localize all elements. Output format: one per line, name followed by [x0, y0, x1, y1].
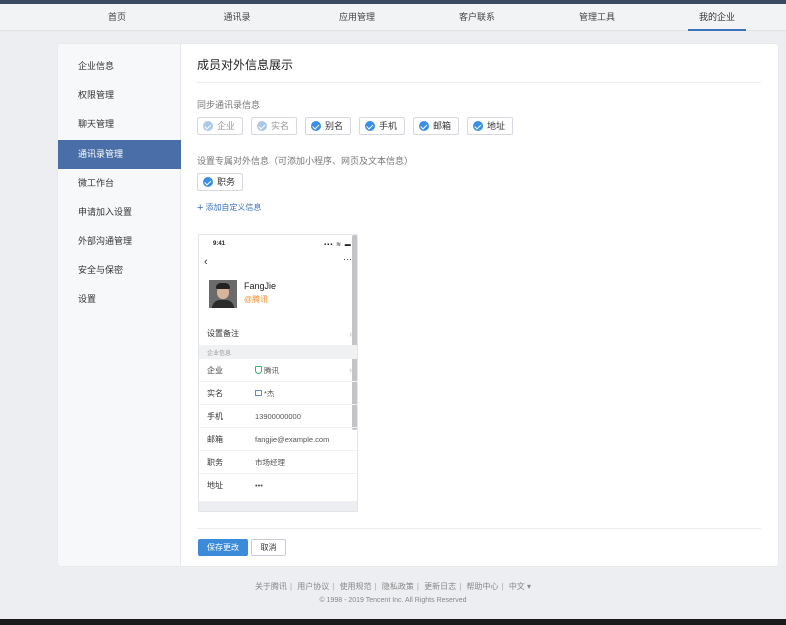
check-icon	[419, 121, 429, 131]
remark-row: 设置备注 ›	[199, 323, 357, 345]
row-key: 实名	[207, 389, 223, 398]
row-value: fangjie@example.com	[255, 435, 330, 444]
sidebar-item-chat[interactable]: 聊天管理	[58, 110, 181, 139]
info-row-phone: 手机 13900000000	[199, 405, 357, 428]
sidebar-item-contacts-management[interactable]: 通讯录管理	[58, 140, 181, 169]
check-icon	[257, 121, 267, 131]
chip-label: 企业	[217, 121, 236, 131]
plus-icon: +	[197, 202, 204, 214]
phone-preview: 9:41 ▪▪▪ ≋ ▬ ‹ ··· FangJie @腾讯 设置备注 › 企业…	[198, 234, 358, 512]
section-band: 企业信息	[199, 345, 357, 359]
chevron-right-icon: ›	[349, 365, 352, 375]
row-key: 邮箱	[207, 435, 223, 444]
chip-real-name: 实名	[251, 117, 298, 135]
check-icon	[203, 177, 213, 187]
footer-link-privacy[interactable]: 隐私政策	[382, 582, 414, 591]
check-icon	[365, 121, 375, 131]
chip-label: 手机	[379, 121, 398, 131]
row-value: •••	[255, 481, 263, 490]
footer-divider	[197, 528, 761, 529]
settings-card: 企业信息 权限管理 聊天管理 通讯录管理 微工作台 申请加入设置 外部沟通管理 …	[58, 44, 778, 566]
sidebar-item-join-settings[interactable]: 申请加入设置	[58, 198, 181, 227]
info-row-email: 邮箱 fangjie@example.com	[199, 428, 357, 451]
cancel-button[interactable]: 取消	[251, 539, 286, 556]
nav-my-enterprise[interactable]: 我的企业	[688, 4, 746, 31]
main-panel: 成员对外信息展示 同步通讯录信息 企业 实名 别名 手机 邮箱 地址 设置专属对…	[181, 44, 778, 566]
nav-customer-contact[interactable]: 客户联系	[448, 4, 506, 31]
add-custom-info-link[interactable]: + 添加自定义信息	[197, 201, 262, 214]
chip-label: 邮箱	[433, 121, 452, 131]
sync-section-label: 同步通讯录信息	[197, 100, 261, 110]
sidebar: 企业信息 权限管理 聊天管理 通讯录管理 微工作台 申请加入设置 外部沟通管理 …	[58, 44, 181, 566]
status-time: 9:41	[213, 241, 226, 247]
chip-label: 地址	[487, 121, 506, 131]
avatar	[209, 280, 237, 308]
check-icon	[473, 121, 483, 131]
sidebar-item-security[interactable]: 安全与保密	[58, 256, 181, 285]
chip-alias[interactable]: 别名	[305, 117, 352, 135]
footer-link-rules[interactable]: 使用规范	[340, 582, 372, 591]
remark-label: 设置备注	[207, 329, 239, 338]
sidebar-item-permissions[interactable]: 权限管理	[58, 81, 181, 110]
section-label: 企业信息	[207, 351, 232, 357]
page-title: 成员对外信息展示	[197, 58, 294, 72]
copyright: © 1998 - 2019 Tencent Inc. All Rights Re…	[319, 597, 467, 604]
language-select[interactable]: 中文 ▾	[509, 582, 531, 591]
chip-email[interactable]: 邮箱	[413, 117, 460, 135]
footer-link-help[interactable]: 帮助中心	[467, 582, 499, 591]
sidebar-item-workbench[interactable]: 微工作台	[58, 169, 181, 198]
nav-management-tools[interactable]: 管理工具	[568, 4, 626, 31]
add-custom-info-label: 添加自定义信息	[205, 203, 262, 212]
row-value: 腾讯	[255, 359, 279, 382]
check-icon	[203, 121, 213, 131]
info-row-address: 地址 •••	[199, 474, 357, 497]
chip-phone[interactable]: 手机	[359, 117, 406, 135]
row-value: 13900000000	[255, 412, 301, 421]
info-row-enterprise: 企业 腾讯 ›	[199, 359, 357, 382]
footer-links: 关于腾讯 | 用户协议 | 使用规范 | 隐私政策 | 更新日志 | 帮助中心 | 中文 ▾	[254, 582, 532, 591]
profile-company: @腾讯	[244, 295, 269, 304]
row-value: *杰	[255, 382, 274, 405]
chip-label: 别名	[325, 121, 344, 131]
sidebar-item-settings[interactable]: 设置	[58, 285, 181, 314]
nav-contacts[interactable]: 通讯录	[213, 4, 261, 31]
sidebar-item-enterprise-info[interactable]: 企业信息	[58, 52, 181, 81]
row-key: 地址	[207, 481, 223, 490]
status-icons: ▪▪▪ ≋ ▬	[324, 242, 352, 248]
chevron-right-icon: ›	[349, 329, 352, 339]
row-key: 职务	[207, 458, 223, 467]
row-key: 手机	[207, 412, 223, 421]
info-row-position: 职务 市场经理	[199, 451, 357, 474]
chip-label: 实名	[271, 121, 290, 131]
verified-shield-icon	[255, 366, 262, 374]
footer-link-about[interactable]: 关于腾讯	[255, 582, 287, 591]
more-icon: ···	[343, 254, 352, 264]
row-key: 企业	[207, 366, 223, 375]
chip-enterprise: 企业	[197, 117, 244, 135]
footer-link-changelog[interactable]: 更新日志	[424, 582, 456, 591]
footer-link-agreement[interactable]: 用户协议	[297, 582, 329, 591]
nav-app-management[interactable]: 应用管理	[328, 4, 386, 31]
chip-label: 职务	[217, 177, 236, 187]
profile-name: FangJie	[244, 281, 277, 291]
chip-position[interactable]: 职务	[197, 173, 244, 191]
phone-bottom-band	[199, 501, 357, 511]
bottom-bar	[0, 619, 786, 625]
title-divider	[197, 82, 761, 83]
custom-section-label: 设置专属对外信息（可添加小程序、网页及文本信息）	[197, 156, 414, 166]
check-icon	[311, 121, 321, 131]
chip-address[interactable]: 地址	[467, 117, 514, 135]
top-nav: 首页 通讯录 应用管理 客户联系 管理工具 我的企业	[0, 4, 786, 31]
nav-home[interactable]: 首页	[93, 4, 141, 31]
save-button[interactable]: 保存更改	[198, 539, 248, 556]
id-card-icon	[255, 390, 262, 396]
sidebar-item-external-communication[interactable]: 外部沟通管理	[58, 227, 181, 256]
info-row-real-name: 实名 *杰	[199, 382, 357, 405]
back-icon: ‹	[204, 256, 208, 268]
row-value: 市场经理	[255, 458, 285, 467]
